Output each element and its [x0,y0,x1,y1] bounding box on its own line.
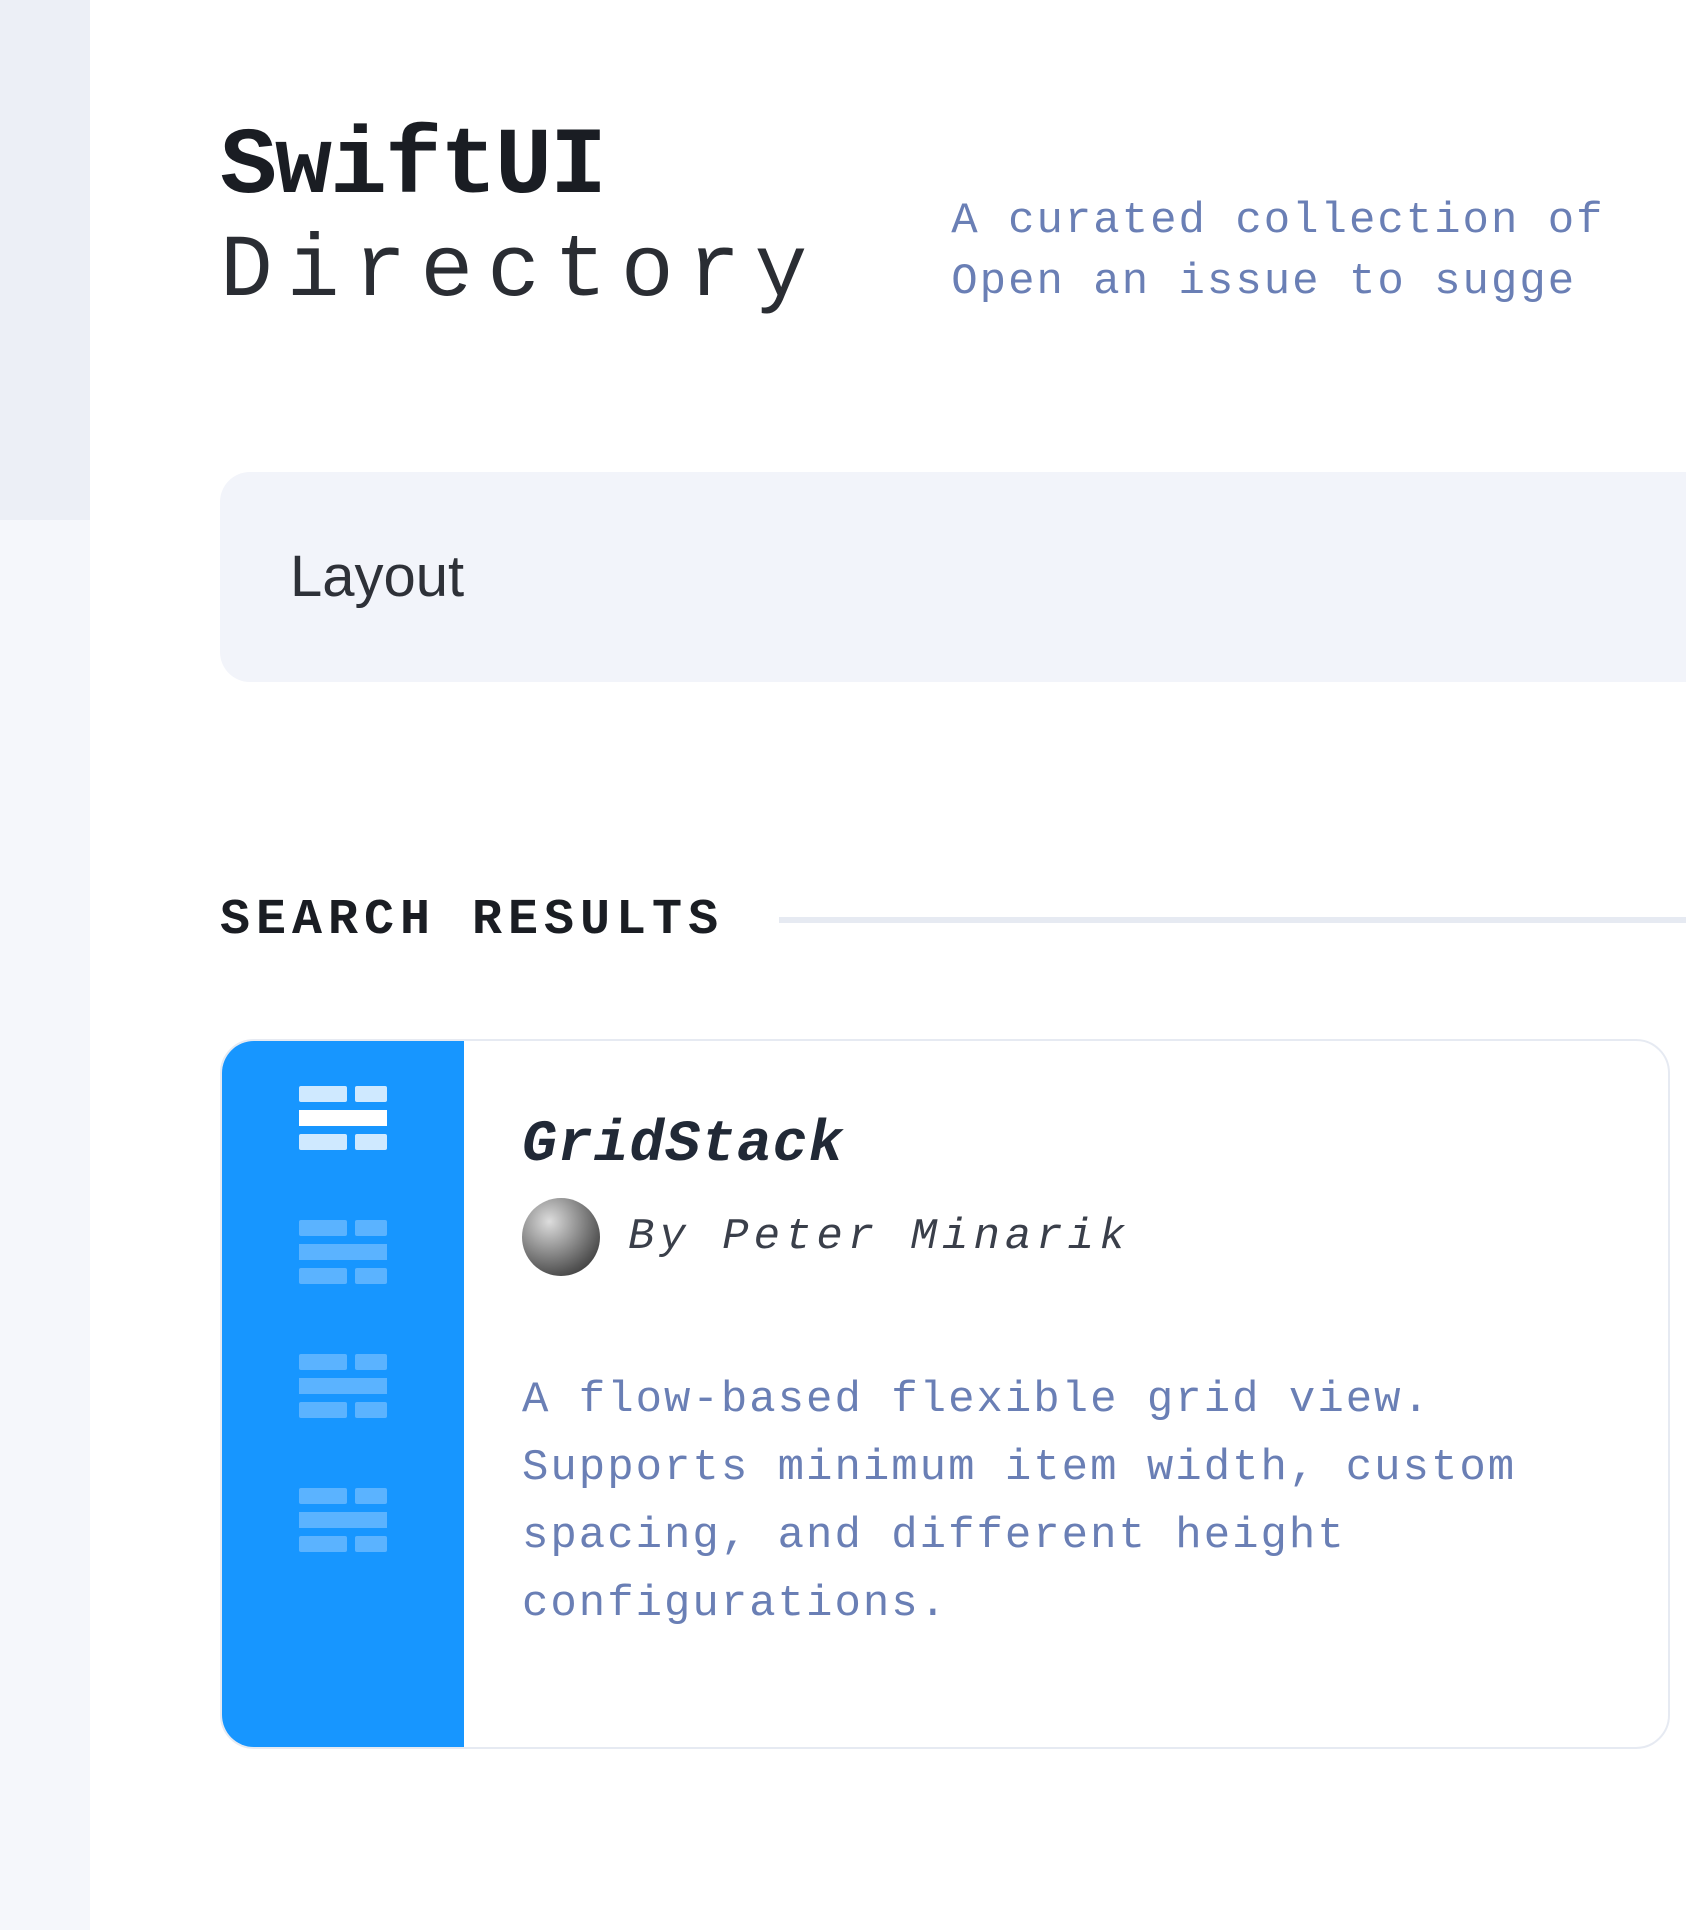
grid-layout-icon [299,1354,387,1418]
page-header: SwiftUI Directory A curated collection o… [220,120,1686,322]
site-logo[interactable]: SwiftUI Directory [220,120,821,322]
card-accent-strip [222,1041,464,1747]
result-card[interactable]: GridStack By Peter Minarik A flow-based … [220,1039,1670,1749]
left-sidebar-top [0,0,90,520]
site-subtitle: Directory [220,225,821,322]
grid-layout-icon [299,1488,387,1552]
author-name: Peter Minarik [722,1212,1130,1262]
result-byline: By Peter Minarik [522,1198,1608,1276]
section-header: SEARCH RESULTS [220,892,1686,949]
site-title: SwiftUI [220,120,821,215]
author-avatar [522,1198,600,1276]
author-prefix: By [628,1212,691,1262]
search-input[interactable] [220,472,1686,682]
grid-layout-icon [299,1086,387,1150]
result-description: A flow-based flexible grid view. Support… [522,1366,1608,1639]
result-title: GridStack [522,1113,1608,1178]
author-label: By Peter Minarik [628,1212,1130,1262]
section-title: SEARCH RESULTS [220,892,724,949]
grid-layout-icon [299,1220,387,1284]
tagline-line-2: Open an issue to sugge [951,252,1604,314]
tagline-line-1: A curated collection of [951,191,1604,253]
section-divider [779,917,1686,923]
card-body: GridStack By Peter Minarik A flow-based … [464,1041,1668,1747]
site-tagline: A curated collection of Open an issue to… [951,191,1604,322]
search-bar [220,472,1686,682]
